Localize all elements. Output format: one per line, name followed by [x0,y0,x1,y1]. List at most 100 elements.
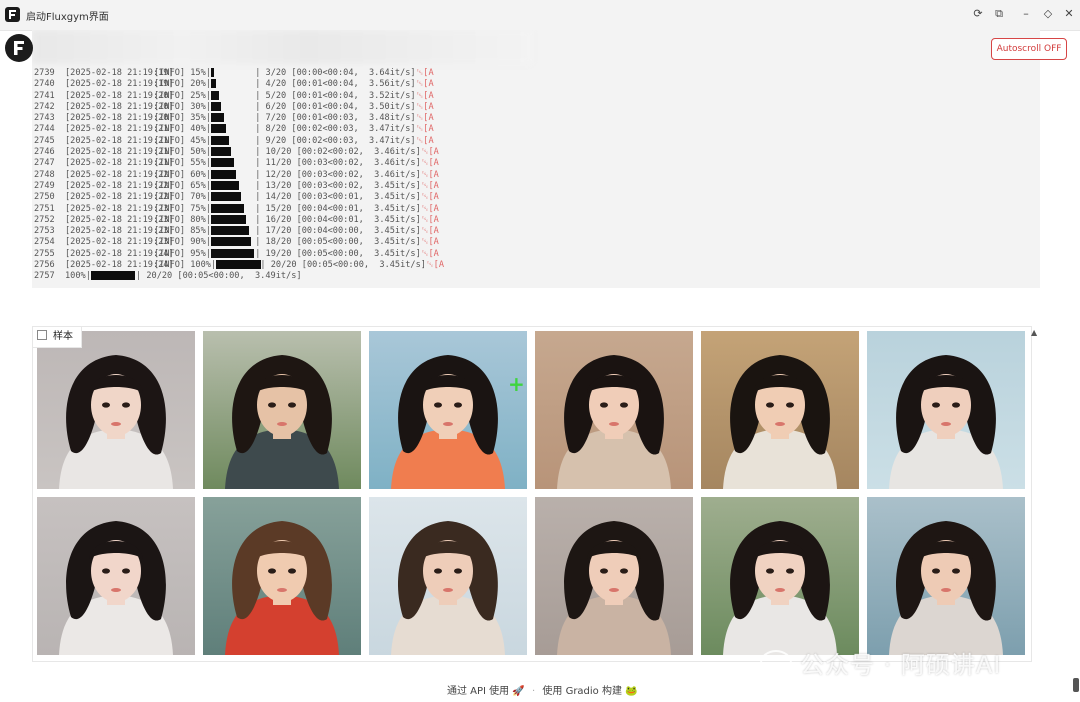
log-level-percent: [INFO] 60%| [154,169,211,180]
log-progress-text: | 12/20 [00:03<00:02, 3.46it/s] [255,169,421,180]
progress-bar [211,169,237,179]
gallery-thumbnail[interactable] [37,331,195,489]
progress-bar [211,214,247,224]
log-level-percent: [INFO] 90%| [154,237,211,248]
image-icon [37,330,47,340]
gallery-scroll-up-icon[interactable]: ▲ [1031,328,1037,337]
log-escape-code: ␛[A [416,79,434,90]
gallery-thumbnail[interactable] [535,331,693,489]
progress-bar [211,90,219,100]
log-output[interactable]: 2739 [2025-02-18 21:19:19] [INFO] 15%| | 3/… [32,30,1040,288]
gradio-icon: 🐸 [625,686,638,697]
log-escape-code: ␛[A [421,169,439,180]
log-escape-code: ␛[A [416,101,434,112]
log-line-number: 2748 [34,169,55,180]
log-progress-text: | 5/20 [00:01<00:04, 3.52it/s] [255,90,416,101]
log-level-percent: [INFO] 45%| [154,135,211,146]
progress-bar [211,113,224,123]
api-link[interactable]: 通过 API 使用 [447,686,509,697]
progress-bar [211,192,242,202]
page-scrollbar[interactable] [1073,678,1079,692]
watermark: 公众号 · 阿硕讲AI [760,645,1001,680]
log-escape-code: ␛[A [421,203,439,214]
log-progress-text: | 6/20 [00:01<00:04, 3.50it/s] [255,101,416,112]
log-escape-code: ␛[A [416,90,434,101]
log-line-number: 2744 [34,124,55,135]
footer: 通过 API 使用 🚀 · 使用 Gradio 构建 🐸 [447,682,638,697]
log-line-number: 2755 [34,248,55,259]
log-escape-code: ␛[A [416,135,434,146]
log-level-percent: [INFO] 25%| [154,90,211,101]
log-level-percent: [INFO] 80%| [154,214,211,225]
gallery-thumbnail[interactable] [701,331,859,489]
gallery-thumbnail[interactable] [867,331,1025,489]
gallery-thumbnail[interactable] [37,497,195,655]
progress-bar [211,226,249,236]
log-progress-text: | 20/20 [00:05<00:00, 3.49it/s] [136,271,302,282]
refresh-icon[interactable]: ⟳ [970,6,986,22]
gallery-thumbnail[interactable] [369,497,527,655]
log-level-percent: [INFO] 100%| [154,260,217,271]
progress-bar [211,180,239,190]
gradio-link[interactable]: 使用 Gradio 构建 [542,686,622,697]
wechat-icon [760,650,792,676]
gallery-thumbnail[interactable] [867,497,1025,655]
minimize-button[interactable]: – [1018,6,1034,22]
log-progress-text: | 7/20 [00:01<00:03, 3.48it/s] [255,113,416,124]
log-line-number: 2747 [34,158,55,169]
log-level-percent: [INFO] 75%| [154,203,211,214]
progress-bar [211,135,229,145]
log-escape-code: ␛[A [421,158,439,169]
blurred-log-header [32,30,532,64]
close-button[interactable]: ✕ [1061,6,1077,22]
window-titlebar: 启动Fluxgym界面 ⟳ ⧉ – ◇ ✕ [0,0,1080,31]
crosshair-cursor-icon: + [508,372,525,396]
log-level-percent: [INFO] 20%| [154,79,211,90]
log-level-percent: [INFO] 70%| [154,192,211,203]
log-escape-code: ␛[A [421,237,439,248]
log-line-number: 2751 [34,203,55,214]
progress-bar [91,271,135,281]
log-progress-text: | 8/20 [00:02<00:03, 3.47it/s] [255,124,416,135]
log-escape-code: ␛[A [416,68,434,78]
log-progress-text: | 17/20 [00:04<00:00, 3.45it/s] [255,226,421,237]
log-line-number: 2752 [34,214,55,225]
log-line-number: 2740 [34,79,55,90]
window-title: 启动Fluxgym界面 [26,12,109,23]
log-progress-text: | 11/20 [00:03<00:02, 3.46it/s] [255,158,421,169]
log-progress-text: | 9/20 [00:02<00:03, 3.47it/s] [255,135,416,146]
log-line-number: 2757 [34,271,55,282]
log-progress-text: | 19/20 [00:05<00:00, 3.45it/s] [255,248,421,259]
gallery-thumbnail[interactable] [203,497,361,655]
log-level-percent: [INFO] 55%| [154,158,211,169]
log-level-percent: [INFO] 65%| [154,180,211,191]
log-level-percent: [INFO] 95%| [154,248,211,259]
log-line-number: 2741 [34,90,55,101]
popout-icon[interactable]: ⧉ [991,6,1007,22]
gallery-thumbnail[interactable] [535,497,693,655]
log-progress-text: | 16/20 [00:04<00:01, 3.45it/s] [255,214,421,225]
log-line-number: 2753 [34,226,55,237]
log-escape-code: ␛[A [421,147,439,158]
rocket-icon: 🚀 [512,686,525,697]
gallery-thumbnail[interactable] [203,331,361,489]
progress-bar [211,124,227,134]
log-line-number: 2742 [34,101,55,112]
fluxgym-logo [5,34,33,62]
progress-bar [211,79,217,89]
log-escape-code: ␛[A [421,214,439,225]
autoscroll-toggle-button[interactable]: Autoscroll OFF [991,38,1067,60]
log-level-percent: [INFO] 30%| [154,101,211,112]
progress-bar [211,203,244,213]
log-progress-text: | 15/20 [00:04<00:01, 3.45it/s] [255,203,421,214]
log-escape-code: ␛[A [416,124,434,135]
progress-bar [211,68,214,77]
log-level-percent: [INFO] 50%| [154,147,211,158]
log-level-percent: [INFO] 40%| [154,124,211,135]
log-progress-text: | 10/20 [00:02<00:02, 3.46it/s] [255,147,421,158]
gallery-thumbnail[interactable] [369,331,527,489]
progress-bar [216,260,262,270]
gallery-thumbnail[interactable] [701,497,859,655]
restore-button[interactable]: ◇ [1040,6,1056,22]
log-level-percent: [INFO] 15%| [154,68,211,78]
